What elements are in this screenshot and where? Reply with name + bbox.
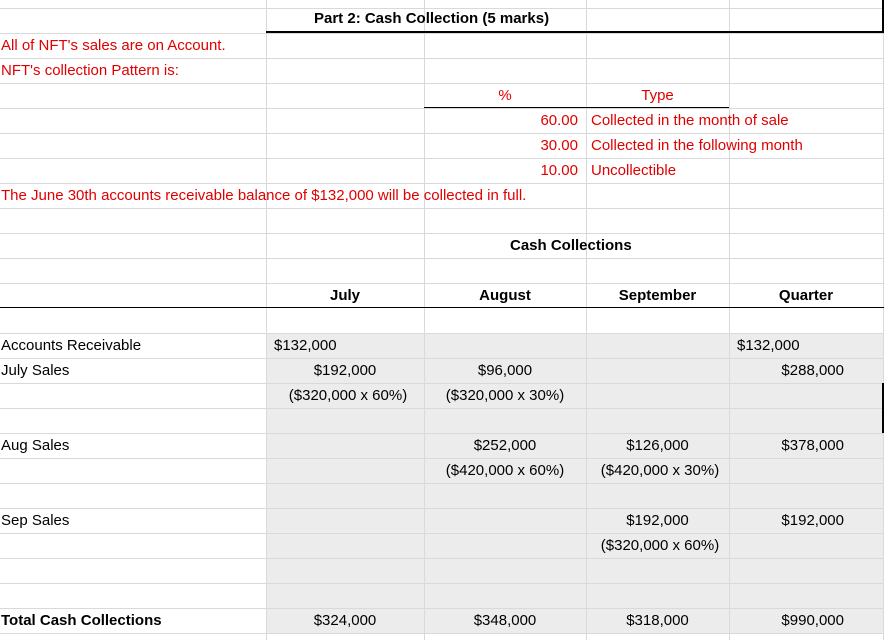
column-header-quarter: Quarter bbox=[778, 287, 834, 304]
pattern-header-percent: % bbox=[498, 87, 512, 104]
column-header-august: August bbox=[479, 287, 531, 304]
total-august-value: $348,000 bbox=[473, 612, 537, 629]
aug-sales-september-value: $126,000 bbox=[626, 437, 689, 454]
note-sales-on-account: All of NFT's sales are on Account. bbox=[1, 37, 226, 54]
aug-sales-september-calc: ($420,000 x 30%) bbox=[600, 462, 720, 479]
note-june-balance: The June 30th accounts receivable balanc… bbox=[1, 187, 527, 204]
schedule-title: Cash Collections bbox=[510, 237, 632, 254]
total-quarter-value: $990,000 bbox=[781, 612, 844, 629]
aug-sales-august-value: $252,000 bbox=[473, 437, 537, 454]
pattern-header-type: Type bbox=[641, 87, 674, 104]
total-september-value: $318,000 bbox=[626, 612, 689, 629]
row-label-total-cash-collections: Total Cash Collections bbox=[1, 612, 162, 629]
total-july-value: $324,000 bbox=[313, 612, 377, 629]
pattern-type: Collected in the month of sale bbox=[591, 112, 789, 129]
pattern-percent: 10.00 bbox=[540, 162, 578, 179]
row-label-accounts-receivable: Accounts Receivable bbox=[1, 337, 142, 354]
pattern-header-underline bbox=[424, 107, 729, 108]
ar-july-value: $132,000 bbox=[274, 337, 337, 354]
pattern-percent: 30.00 bbox=[540, 137, 578, 154]
july-sales-august-calc: ($320,000 x 30%) bbox=[445, 387, 565, 404]
title-border-bottom bbox=[266, 31, 884, 33]
july-sales-quarter-value: $288,000 bbox=[781, 362, 844, 379]
row-label-july-sales: July Sales bbox=[1, 362, 70, 379]
row-label-sep-sales: Sep Sales bbox=[1, 512, 70, 529]
july-sales-july-calc: ($320,000 x 60%) bbox=[288, 387, 408, 404]
pattern-percent: 60.00 bbox=[540, 112, 578, 129]
sep-sales-quarter-value: $192,000 bbox=[781, 512, 844, 529]
pattern-type: Uncollectible bbox=[591, 162, 677, 179]
aug-sales-quarter-value: $378,000 bbox=[781, 437, 844, 454]
sep-sales-september-value: $192,000 bbox=[626, 512, 689, 529]
july-sales-august-value: $96,000 bbox=[477, 362, 533, 379]
aug-sales-august-calc: ($420,000 x 60%) bbox=[445, 462, 565, 479]
page-title: Part 2: Cash Collection (5 marks) bbox=[314, 10, 550, 27]
pattern-type: Collected in the following month bbox=[591, 137, 803, 154]
column-header-july: July bbox=[329, 287, 360, 304]
sep-sales-september-calc: ($320,000 x 60%) bbox=[600, 537, 720, 554]
july-sales-july-value: $192,000 bbox=[313, 362, 377, 379]
row-label-aug-sales: Aug Sales bbox=[1, 437, 70, 454]
ar-quarter-value: $132,000 bbox=[737, 337, 800, 354]
column-header-september: September bbox=[618, 287, 697, 304]
column-header-underline bbox=[0, 307, 884, 308]
note-collection-pattern: NFT's collection Pattern is: bbox=[1, 62, 179, 79]
